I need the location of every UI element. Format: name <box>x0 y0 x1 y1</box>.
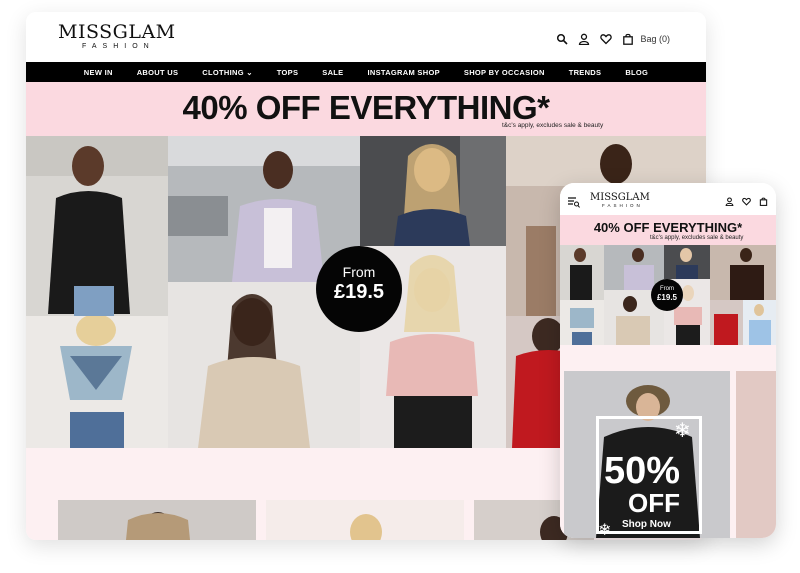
promo-banner[interactable]: 40% OFF EVERYTHING* t&c's apply, exclude… <box>26 82 706 136</box>
bag-count-label[interactable]: Bag (0) <box>640 34 670 44</box>
price-from-badge: From £19.5 <box>316 246 402 332</box>
mobile-promo-banner[interactable]: 40% OFF EVERYTHING* t&c's apply, exclude… <box>560 215 776 245</box>
mobile-header: MISSGLAM FASHION <box>560 183 776 215</box>
main-navigation: NEW IN ABOUT US CLOTHING ⌄ TOPS SALE INS… <box>26 62 706 82</box>
nav-item-blog[interactable]: BLOG <box>613 68 660 77</box>
mobile-device-frame: MISSGLAM FASHION 40% OFF EVERYTHING* t&c… <box>560 183 776 538</box>
nav-item-trends[interactable]: TRENDS <box>557 68 614 77</box>
heart-icon[interactable] <box>742 197 751 206</box>
nav-item-shop-by-occasion[interactable]: SHOP BY OCCASION <box>452 68 557 77</box>
promo-percent: 50% <box>604 450 681 492</box>
marketing-stage: MISSGLAM FASHION Bag (0) NEW IN ABOUT US… <box>0 0 800 573</box>
mobile-promo-terms: t&c's apply, excludes sale & beauty <box>650 235 744 241</box>
product-card[interactable] <box>266 500 464 540</box>
brand-logo[interactable]: MISSGLAM FASHION <box>58 21 176 56</box>
brand-name: MISSGLAM <box>58 21 176 43</box>
mobile-promo-section: 50% OFF Shop Now ❄ ❄ <box>560 345 776 538</box>
mobile-hero-collage[interactable]: From £19.5 <box>560 245 776 345</box>
model-photo <box>743 300 776 345</box>
model-photo <box>360 136 506 246</box>
heart-icon[interactable] <box>600 33 613 45</box>
mobile-promo-headline: 40% OFF EVERYTHING* <box>593 220 743 235</box>
product-card[interactable] <box>58 500 256 540</box>
shop-now-link[interactable]: Shop Now <box>622 519 671 531</box>
user-icon[interactable] <box>578 33 590 45</box>
brand-subtitle: FASHION <box>82 43 155 50</box>
user-icon[interactable] <box>725 197 734 206</box>
nav-item-instagram-shop[interactable]: INSTAGRAM SHOP <box>355 68 451 77</box>
model-photo <box>26 316 168 448</box>
mobile-price-from-value: £19.5 <box>656 293 678 302</box>
nav-item-clothing[interactable]: CLOTHING ⌄ <box>190 68 265 77</box>
price-from-label: From <box>342 264 376 280</box>
nav-item-about-us[interactable]: ABOUT US <box>125 68 191 77</box>
nav-item-tops[interactable]: TOPS <box>265 68 310 77</box>
promo-off-label: OFF <box>628 488 680 518</box>
mobile-brand-logo[interactable]: MISSGLAM FASHION <box>590 192 650 212</box>
model-photo <box>560 300 604 345</box>
promo-terms: t&c's apply, excludes sale & beauty <box>502 122 604 129</box>
mobile-price-from-label: From <box>660 286 674 292</box>
bag-icon[interactable] <box>759 197 768 206</box>
mobile-header-icons <box>725 197 768 206</box>
mobile-brand-name: MISSGLAM <box>590 192 650 203</box>
model-photo <box>664 245 710 279</box>
price-from-value: £19.5 <box>333 281 385 303</box>
snowflake-icon: ❄ <box>674 420 691 442</box>
model-photo <box>26 136 168 316</box>
snowflake-icon: ❄ <box>598 522 612 538</box>
model-photo <box>710 300 743 345</box>
mobile-brand-subtitle: FASHION <box>602 203 643 208</box>
mobile-price-from-badge: From £19.5 <box>651 279 683 311</box>
nav-item-sale[interactable]: SALE <box>310 68 355 77</box>
promo-headline: 40% OFF EVERYTHING* <box>182 89 550 126</box>
menu-search-icon[interactable] <box>568 195 580 208</box>
search-icon[interactable] <box>556 33 569 45</box>
sale-promo-card[interactable]: 50% OFF Shop Now ❄ ❄ <box>564 371 730 538</box>
bag-icon[interactable] <box>622 33 634 45</box>
model-photo <box>560 245 604 300</box>
product-photo-partial <box>736 371 776 538</box>
site-header: MISSGLAM FASHION Bag (0) <box>26 12 706 62</box>
model-photo <box>710 245 776 300</box>
nav-item-new-in[interactable]: NEW IN <box>72 68 125 77</box>
header-icons: Bag (0) <box>556 32 670 46</box>
